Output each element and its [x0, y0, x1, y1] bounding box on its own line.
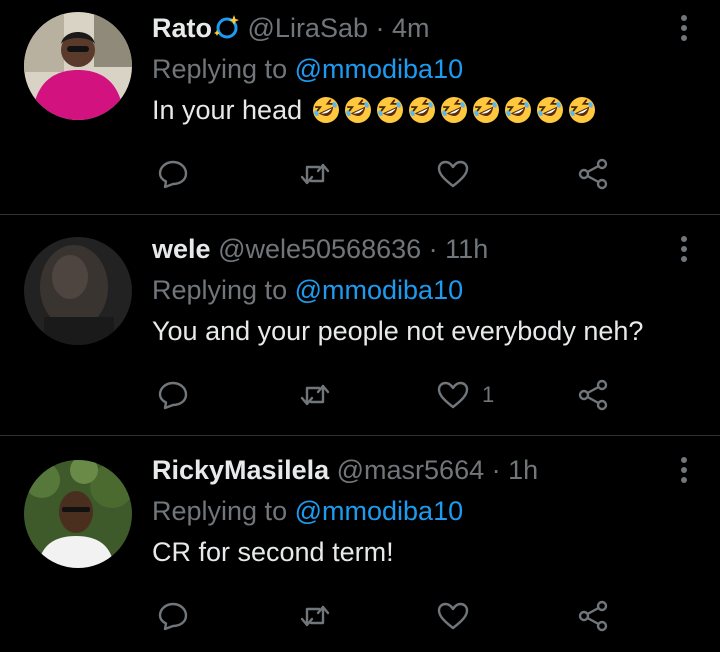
rolling-laughing-emoji-icon — [441, 97, 468, 123]
tweet-body: You and your people not everybody neh? — [152, 316, 644, 346]
tweet[interactable]: RickyMasilela @masr5664 · 1h Replying to… — [0, 436, 720, 652]
heart-icon — [437, 602, 469, 630]
rolling-laughing-emoji-icon — [505, 97, 532, 123]
tweet[interactable]: Rato @LiraSab · 4m Replying to @mmodiba1… — [0, 0, 720, 214]
replying-prefix: Replying to — [152, 54, 288, 84]
tweet-header: wele @wele50568636 · 11h — [152, 233, 680, 265]
user-handle[interactable]: @wele50568636 — [218, 234, 421, 264]
heart-icon — [437, 160, 469, 188]
rolling-laughing-emoji-icon — [569, 97, 596, 123]
more-options-icon[interactable] — [680, 456, 688, 484]
reply-button[interactable] — [156, 596, 190, 636]
replying-to: Replying to @mmodiba10 — [152, 274, 680, 306]
retweet-icon — [300, 384, 330, 406]
retweet-icon — [300, 163, 330, 185]
tweet-body: In your head — [152, 95, 303, 125]
retweet-button[interactable] — [298, 375, 332, 415]
tweet-actions — [152, 154, 622, 194]
like-button[interactable] — [436, 154, 482, 194]
replying-to: Replying to @mmodiba10 — [152, 495, 680, 527]
retweet-button[interactable] — [298, 596, 332, 636]
rolling-laughing-emoji-icon — [409, 97, 436, 123]
tweet[interactable]: wele @wele50568636 · 11h Replying to @mm… — [0, 215, 720, 435]
rolling-laughing-emoji-icon — [313, 97, 340, 123]
share-button[interactable] — [576, 154, 610, 194]
display-name[interactable]: RickyMasilela — [152, 455, 329, 485]
avatar[interactable] — [24, 237, 132, 345]
more-options-icon[interactable] — [680, 235, 688, 263]
tweet-body: CR for second term! — [152, 537, 394, 567]
reply-button[interactable] — [156, 154, 190, 194]
avatar[interactable] — [24, 460, 132, 568]
emoji-row — [302, 96, 596, 124]
avatar[interactable] — [24, 12, 132, 120]
tweet-text: In your head — [152, 94, 680, 126]
reply-icon — [158, 381, 188, 410]
rolling-laughing-emoji-icon — [345, 97, 372, 123]
tweet-header: Rato @LiraSab · 4m — [152, 12, 680, 44]
share-icon — [578, 379, 608, 411]
reply-icon — [158, 160, 188, 189]
reply-icon — [158, 602, 188, 631]
replying-to: Replying to @mmodiba10 — [152, 53, 680, 85]
timestamp[interactable]: 11h — [445, 234, 488, 264]
tweet-text: CR for second term! — [152, 536, 680, 568]
display-name[interactable]: wele — [152, 234, 211, 264]
mention-link[interactable]: @mmodiba10 — [295, 275, 464, 305]
like-count: 1 — [482, 382, 495, 407]
mention-link[interactable]: @mmodiba10 — [295, 496, 464, 526]
tweet-header: RickyMasilela @masr5664 · 1h — [152, 454, 680, 486]
rolling-laughing-emoji-icon — [473, 97, 500, 123]
timestamp[interactable]: 1h — [508, 455, 538, 485]
retweet-button[interactable] — [298, 154, 332, 194]
mention-link[interactable]: @mmodiba10 — [295, 54, 464, 84]
user-handle[interactable]: @masr5664 — [337, 455, 484, 485]
sparkle-badge-icon — [214, 15, 239, 39]
rolling-laughing-emoji-icon — [537, 97, 564, 123]
user-handle[interactable]: @LiraSab — [248, 13, 368, 43]
reply-button[interactable] — [156, 375, 190, 415]
share-button[interactable] — [576, 596, 610, 636]
like-button[interactable]: 1 — [436, 375, 494, 415]
separator: · — [375, 13, 385, 43]
separator: · — [428, 234, 438, 264]
separator: · — [491, 455, 501, 485]
tweet-actions: 1 — [152, 375, 622, 415]
heart-icon — [437, 381, 469, 409]
share-icon — [578, 158, 608, 190]
display-name[interactable]: Rato — [152, 13, 212, 43]
more-options-icon[interactable] — [680, 14, 688, 42]
rolling-laughing-emoji-icon — [377, 97, 404, 123]
share-button[interactable] — [576, 375, 610, 415]
tweet-text: You and your people not everybody neh? — [152, 315, 680, 347]
timestamp[interactable]: 4m — [392, 13, 430, 43]
replying-prefix: Replying to — [152, 275, 288, 305]
tweet-actions — [152, 596, 622, 636]
share-icon — [578, 600, 608, 632]
replying-prefix: Replying to — [152, 496, 288, 526]
like-button[interactable] — [436, 596, 482, 636]
retweet-icon — [300, 605, 330, 627]
